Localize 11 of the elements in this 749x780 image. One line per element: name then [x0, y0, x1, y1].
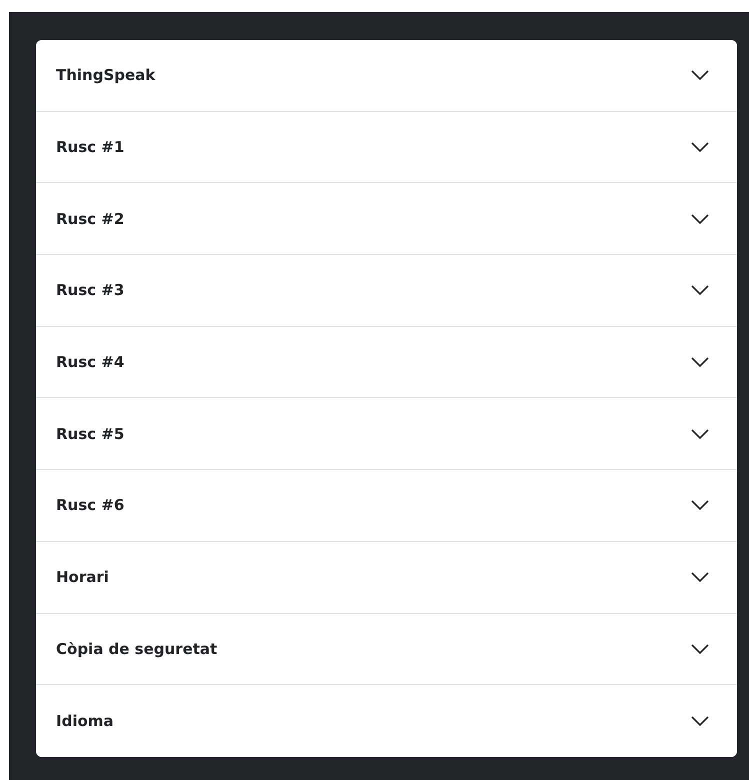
chevron-icon	[691, 716, 709, 726]
accordion-header[interactable]: ThingSpeak	[36, 40, 737, 112]
chevron-icon	[691, 357, 709, 368]
chevron-icon	[691, 572, 709, 582]
chevron-icon	[691, 500, 709, 510]
chevron-icon	[691, 428, 709, 439]
chevron-icon	[691, 644, 709, 654]
chevron-icon	[691, 214, 709, 224]
chevron-icon	[691, 70, 709, 80]
chevron-icon	[691, 142, 709, 152]
chevron-icon	[691, 285, 709, 296]
